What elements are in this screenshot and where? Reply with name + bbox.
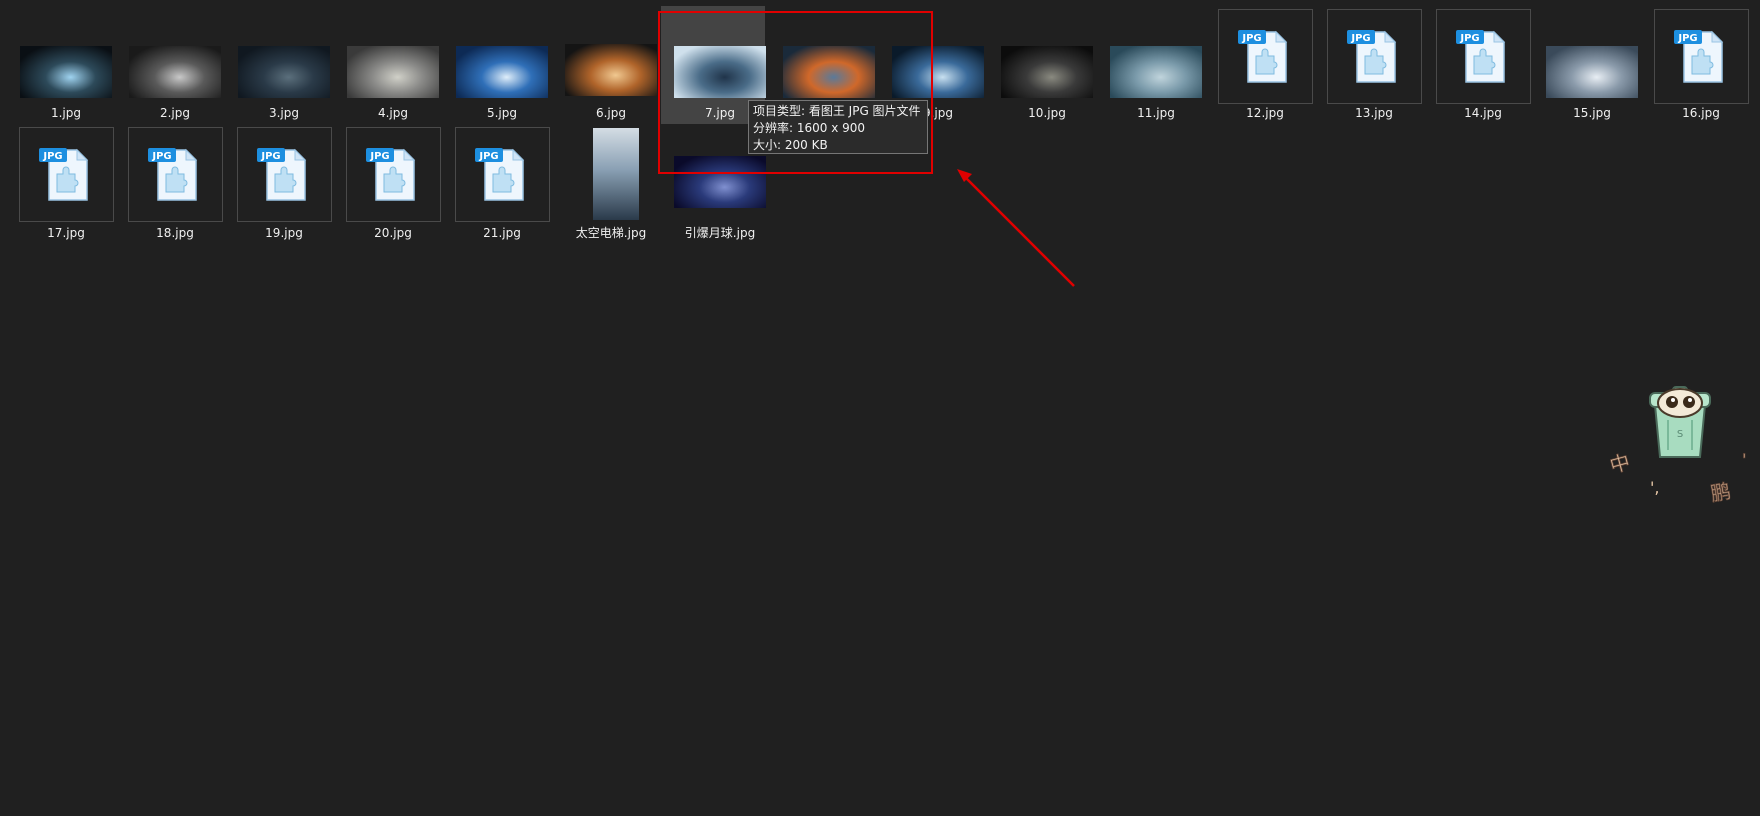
svg-text:': ' — [1742, 450, 1746, 469]
svg-text:中: 中 — [1607, 449, 1633, 477]
svg-text:',: ', — [1650, 478, 1659, 497]
svg-text:S: S — [1677, 429, 1683, 440]
trash-can-mascot-sticker: S 中 ', 鹏 ' — [1607, 386, 1747, 506]
annotation-arrow — [957, 169, 1075, 287]
svg-text:鹏: 鹏 — [1709, 479, 1733, 506]
